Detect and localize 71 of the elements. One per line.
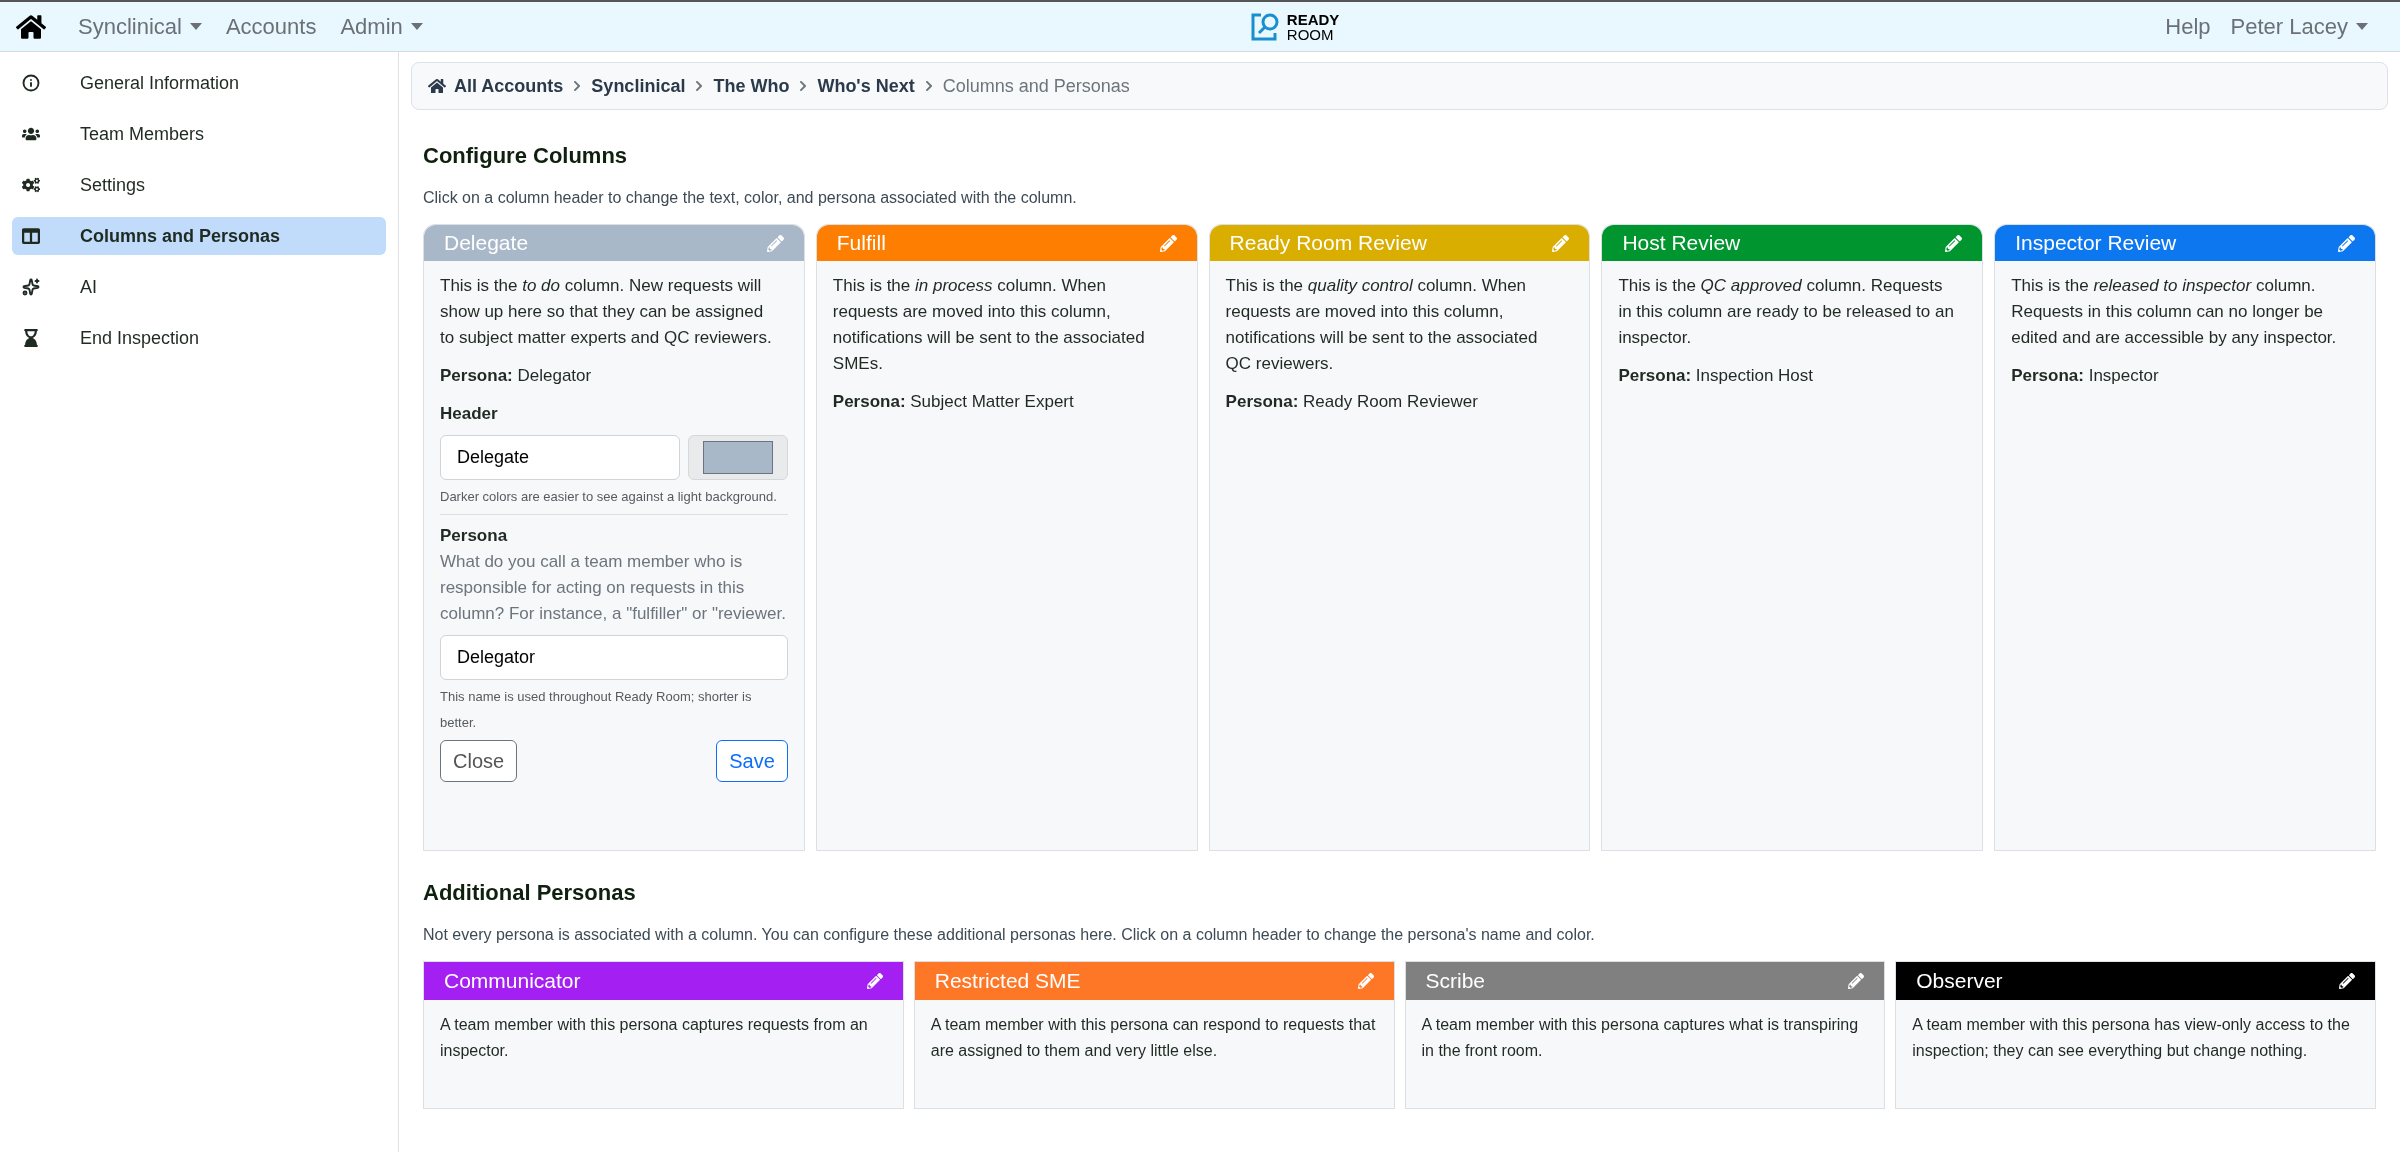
edit-icon — [1945, 234, 1963, 252]
column-description: This is the in process column. When requests are moved into this column, notifications will be sent to the associated SMEs. — [832, 275, 1146, 375]
columns-icon — [22, 227, 40, 245]
logo[interactable]: READY ROOM — [1248, 10, 1340, 43]
hint-text: This name is used throughout Ready Room; shorter is better. — [440, 688, 753, 732]
edit-icon — [1552, 234, 1570, 252]
field-label: Persona — [440, 525, 509, 547]
caret-icon — [410, 23, 423, 30]
edit-icon — [1848, 973, 1865, 989]
hint-text: Darker colors are easier to see against a light background. — [440, 488, 778, 506]
sidebar-item[interactable]: General Information — [12, 64, 386, 102]
persona-text: Persona: Inspector — [2011, 365, 2160, 387]
persona-description: A team member with this persona can respond to requests that are assigned to them and very little else. — [929, 1015, 1377, 1061]
nav-dropdown[interactable]: Peter Lacey — [2230, 10, 2368, 43]
nav-dropdown[interactable]: Synclinical — [78, 10, 202, 43]
breadcrumb-link[interactable]: Synclinical — [591, 72, 686, 100]
section-title: Additional Personas — [423, 879, 637, 907]
persona-text: Persona: Delegator — [440, 365, 593, 387]
persona-description: A team member with this persona has view-only access to the inspection; they can see everything but change nothing. — [1911, 1015, 2351, 1061]
persona-text: Persona: Ready Room Reviewer — [1225, 391, 1479, 413]
column-header[interactable]: Host Review — [1602, 225, 1983, 261]
gears-icon — [22, 176, 40, 194]
save-button[interactable]: Save — [716, 740, 788, 782]
breadcrumb-link[interactable]: All Accounts — [454, 72, 564, 100]
header-input[interactable]: Delegate — [440, 435, 680, 480]
users-icon — [22, 125, 40, 143]
sidebar-item[interactable]: Settings — [12, 166, 386, 204]
field-label: Header — [440, 403, 499, 425]
edit-icon — [2339, 973, 2355, 989]
persona-header[interactable]: Communicator — [424, 962, 903, 1000]
column-description: This is the QC approved column. Requests in this column are ready to be released to an inspector. — [1618, 275, 1955, 349]
sparkles-icon — [22, 278, 40, 296]
persona-header[interactable]: Observer — [1896, 962, 2375, 1000]
hourglass-icon — [22, 329, 40, 347]
sidebar-item[interactable]: AI — [12, 268, 386, 306]
persona-text: Persona: Inspection Host — [1618, 365, 1815, 387]
nav-link[interactable]: Accounts — [225, 10, 317, 43]
section-intro: Not every persona is associated with a column. You can configure these additional personas here. Click on a column header to change the persona's name and color. — [423, 925, 1596, 945]
column-header[interactable]: Inspector Review — [1995, 225, 2375, 261]
sidebar-item[interactable]: Columns and Personas — [12, 217, 386, 255]
section-title: Configure Columns — [423, 142, 629, 170]
edit-icon — [1357, 973, 1374, 989]
breadcrumb-current: Columns and Personas — [942, 74, 1130, 98]
persona-description: A team member with this persona captures what is transpiring in the front room. — [1420, 1015, 1860, 1061]
edit-icon — [1159, 234, 1177, 252]
caret-icon — [2356, 23, 2368, 30]
close-button[interactable]: Close — [440, 740, 518, 782]
edit-icon — [2338, 234, 2355, 252]
home-icon[interactable] — [428, 77, 446, 95]
persona-description: A team member with this persona captures requests from an inspector. — [439, 1015, 869, 1061]
edit-icon — [766, 234, 784, 252]
caret-icon — [189, 23, 202, 30]
logo-text: READY — [1286, 11, 1340, 27]
edit-icon — [866, 973, 883, 989]
section-intro: Click on a column header to change the text, color, and persona associated with the column. — [423, 188, 1078, 208]
column-description: This is the quality control column. When requests are moved into this column, notifications will be sent to the associated QC reviewers. — [1225, 275, 1539, 375]
persona-text: Persona: Subject Matter Expert — [832, 391, 1075, 413]
breadcrumb-link[interactable]: The Who — [713, 72, 790, 100]
persona-header[interactable]: Scribe — [1405, 962, 1885, 1000]
column-description: This is the released to inspector column. Requests in this column can no longer be edited and are accessible by any inspector. — [2011, 275, 2338, 349]
sidebar-item[interactable]: End Inspection — [12, 319, 386, 357]
help-text: What do you call a team member who is responsible for acting on requests in this column? For instance, a "fulfiller" or "reviewer. — [440, 551, 787, 625]
logo-text: ROOM — [1286, 26, 1335, 42]
persona-input[interactable]: Delegator — [440, 635, 788, 680]
column-description: This is the to do column. New requests will show up here so that they can be assigned to subject matter experts and QC reviewers. — [440, 275, 773, 349]
color-picker[interactable] — [687, 435, 788, 480]
breadcrumb-link[interactable]: Who's Next — [817, 72, 915, 100]
sidebar-item[interactable]: Team Members — [12, 115, 386, 153]
info-icon — [22, 74, 40, 92]
nav-dropdown[interactable]: Admin — [340, 10, 423, 43]
nav-link[interactable]: Help — [2165, 10, 2211, 43]
